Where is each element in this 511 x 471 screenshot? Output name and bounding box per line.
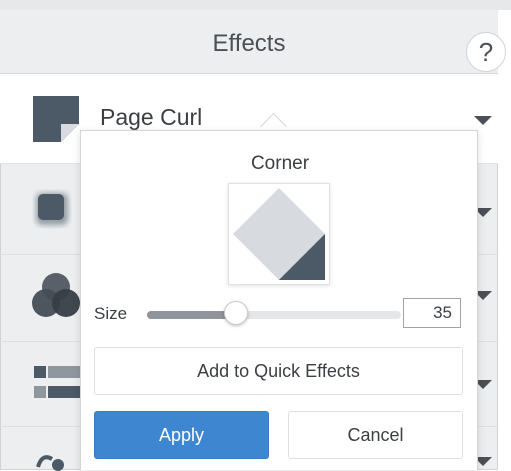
corner-label: Corner [250,153,310,174]
shadow-icon [36,193,68,225]
panel-header: Effects ? [0,10,506,74]
apply-button[interactable]: Apply [94,411,269,459]
size-label: Size [94,304,128,323]
size-slider-thumb[interactable] [223,301,248,325]
corner-selector[interactable] [228,183,330,285]
effect-label-page-curl: Page Curl [100,104,203,130]
size-slider-track[interactable] [147,311,401,319]
page-curl-popover: Corner Size Add to Quick Effects Apply C… [80,130,478,470]
panel-title: Effects [212,30,286,57]
spotlight-icon [36,455,64,471]
torn-edge-icon [34,366,82,398]
chevron-down-icon[interactable] [474,116,492,125]
corner-preview-icon [233,188,325,280]
add-to-quick-effects-button[interactable]: Add to Quick Effects [94,347,463,395]
top-strip [0,0,511,10]
cancel-button[interactable]: Cancel [288,411,463,459]
color-blend-icon [32,273,80,317]
page-curl-icon [33,96,79,142]
help-button[interactable]: ? [466,32,506,72]
size-slider-fill [147,311,236,319]
size-input[interactable] [403,298,461,328]
